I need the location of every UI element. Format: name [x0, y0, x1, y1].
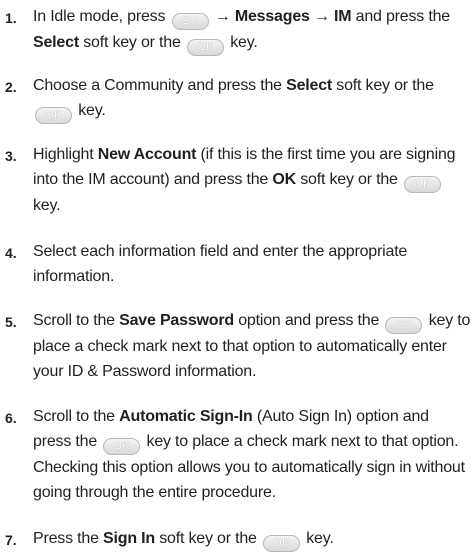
step-text-segment: soft key or the: [159, 530, 257, 547]
step-text-segment: key.: [78, 102, 106, 119]
menu-path: → Messages → IM: [214, 8, 352, 25]
step-text: Choose a Community and press the Select …: [33, 73, 471, 124]
new-account-label: New Account: [97, 146, 197, 163]
ok-key-icon: OK: [385, 317, 423, 334]
step-text: In Idle mode, press OK → Messages → IM a…: [33, 4, 471, 56]
step-text: Scroll to the Automatic Sign-In (Auto Si…: [33, 404, 471, 505]
ok-key-icon: OK: [35, 107, 72, 124]
select-soft-key-label: Select: [286, 77, 333, 94]
step-text-segment: and press the: [355, 8, 451, 25]
step-text-segment: key.: [306, 530, 334, 547]
step-text: Select each information field and enter …: [33, 239, 471, 289]
step-text: Highlight New Account (if this is the fi…: [33, 142, 471, 218]
select-soft-key-label: Select: [33, 34, 79, 51]
step-number: 1.: [5, 10, 17, 26]
step-text-segment: Scroll to the: [33, 408, 115, 425]
automatic-sign-in-label: Automatic Sign-In: [119, 408, 253, 425]
step-text-segment: key.: [33, 197, 61, 214]
step-number: 4.: [5, 245, 17, 261]
step-text-segment: soft key or the: [83, 34, 181, 51]
instruction-page: 1. In Idle mode, press OK → Messages → I…: [0, 0, 474, 552]
step-text: Scroll to the Save Password option and p…: [33, 308, 471, 384]
step-number: 2.: [5, 79, 17, 95]
step-number: 3.: [5, 148, 17, 164]
ok-key-icon: OK: [403, 176, 441, 193]
step-text-segment: Select each information field and enter …: [33, 243, 408, 285]
step-text-segment: soft key or the: [300, 171, 398, 188]
step-number: 7.: [5, 532, 17, 548]
ok-key-icon: OK: [262, 535, 300, 552]
step-text-segment: Highlight: [33, 146, 94, 163]
ok-key-icon: OK: [171, 13, 209, 30]
save-password-label: Save Password: [119, 312, 234, 329]
step-text: Press the Sign In soft key or the OK key…: [33, 526, 471, 552]
sign-in-soft-key-label: Sign In: [103, 530, 155, 547]
step-text-segment: soft key or the: [336, 77, 434, 94]
ok-key-icon: OK: [103, 438, 141, 455]
step-text-segment: key to place a check mark next to that o…: [33, 433, 465, 501]
step-text-segment: Scroll to the: [33, 312, 115, 329]
step-text-segment: option and press the: [238, 312, 380, 329]
step-number: 6.: [5, 410, 17, 426]
step-text-segment: key.: [230, 34, 258, 51]
step-text-segment: Press the: [33, 530, 99, 547]
step-number: 5.: [5, 314, 17, 330]
step-text-segment: In Idle mode, press: [33, 8, 166, 25]
ok-soft-key-label: OK: [272, 171, 296, 188]
step-text-segment: Choose a Community and press the: [33, 77, 282, 94]
ok-key-icon: OK: [186, 39, 224, 56]
